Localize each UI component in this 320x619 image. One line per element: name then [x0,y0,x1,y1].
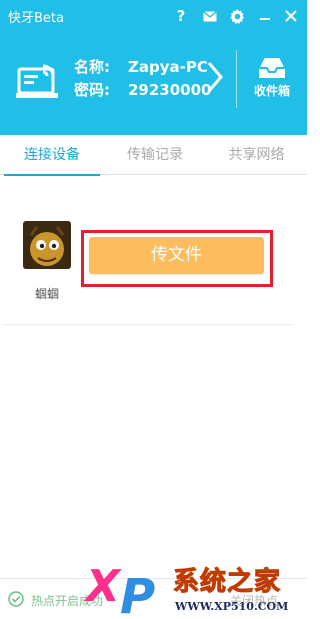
inbox-button[interactable]: 收件箱 [244,56,300,100]
inbox-label: 收件箱 [253,84,290,98]
help-button[interactable]: ? [170,5,192,27]
watermark-logo: X P 系统之家 WWW.XP510.COM [80,555,307,619]
tab-transfer-history[interactable]: 传输记录 [104,135,206,175]
header-panel: 快牙Beta ? 名称: Zapya-PC 密码: 29230000 收件箱 [0,0,307,135]
watermark-title: 系统之家 [172,567,282,598]
device-info: 名称: Zapya-PC 密码: 29230000 [74,56,212,102]
header-divider [236,50,237,108]
settings-button[interactable] [226,5,248,27]
close-button[interactable] [280,5,302,27]
question-icon: ? [176,7,186,25]
device-user-name: 蝈蝈 [34,287,59,301]
wifi-laptop-icon [16,64,58,98]
device-list: 蝈蝈 传文件 [0,176,307,576]
tab-connect-devices[interactable]: 连接设备 [0,135,104,176]
gear-icon [229,8,244,24]
password-value: 29230000 [128,81,212,99]
mail-button[interactable] [199,5,221,27]
watermark-x: X [86,561,120,612]
check-circle-icon [8,591,24,607]
chevron-right-icon[interactable] [205,59,225,95]
mail-icon [203,10,217,21]
titlebar: 快牙Beta ? [0,0,307,32]
row-divider [4,324,294,325]
password-label: 密码: [74,81,110,99]
avatar-image [23,221,71,269]
watermark-p: P [120,569,156,619]
inbox-icon [258,57,286,78]
tab-bar: 连接设备 传输记录 共享网络 [0,135,307,176]
device-name-value: Zapya-PC [128,58,208,76]
close-icon [285,10,297,22]
device-name-label: 名称: [74,58,110,76]
tab-share-network[interactable]: 共享网络 [206,135,307,175]
minimize-button[interactable] [254,5,276,27]
watermark-url: WWW.XP510.COM [175,600,289,613]
send-file-button[interactable]: 传文件 [89,237,264,274]
minimize-icon [260,18,270,20]
avatar[interactable] [23,221,71,269]
app-title: 快牙Beta [8,11,64,26]
